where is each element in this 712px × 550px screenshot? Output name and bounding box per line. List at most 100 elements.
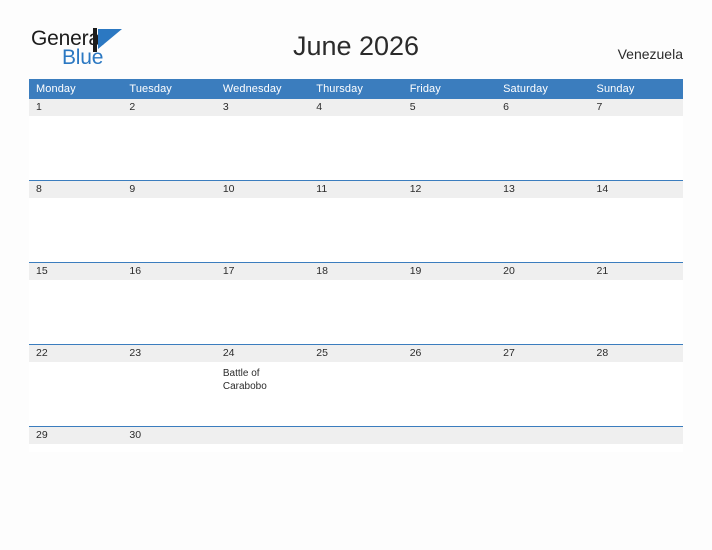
day-events: [216, 116, 309, 121]
day-events: [29, 198, 122, 203]
weekday-header-friday: Friday: [402, 79, 497, 99]
day-number: 11: [309, 181, 403, 198]
day-cell[interactable]: 2: [122, 99, 216, 181]
day-number: 1: [29, 99, 123, 116]
calendar-week-row: 1 2 3 4 5 6 7: [29, 99, 683, 181]
day-events: [590, 198, 683, 203]
day-cell[interactable]: 22: [29, 344, 123, 427]
day-number: 20: [496, 263, 590, 280]
day-number: 8: [29, 181, 123, 198]
weekday-header-thursday: Thursday: [309, 79, 403, 99]
day-events: [309, 280, 402, 285]
day-number: 18: [309, 263, 403, 280]
day-events: [403, 198, 496, 203]
day-events: [122, 198, 215, 203]
day-number: 21: [589, 263, 683, 280]
day-cell[interactable]: 25: [309, 344, 403, 427]
day-cell[interactable]: 6: [496, 99, 590, 181]
day-cell[interactable]: 14: [589, 180, 683, 263]
day-cell[interactable]: 17: [215, 262, 310, 345]
day-number: 9: [122, 181, 216, 198]
day-events: [496, 116, 589, 121]
day-events: [29, 280, 122, 285]
day-events: [122, 362, 215, 367]
page-header: General Blue June 2026 Venezuela: [0, 0, 712, 69]
day-cell[interactable]: 26: [402, 344, 497, 427]
page-title: June 2026: [292, 31, 420, 61]
calendar-week-row: 22 23 24 Battle of Carabobo 25 26 27 28: [29, 344, 683, 427]
day-cell[interactable]: 27: [496, 344, 590, 427]
day-number: 14: [589, 181, 683, 198]
day-number: 3: [215, 99, 310, 116]
day-cell[interactable]: 15: [29, 262, 123, 345]
day-number: 25: [309, 345, 403, 362]
day-number-empty: [496, 427, 590, 444]
day-cell[interactable]: 20: [496, 262, 590, 345]
calendar-grid: Monday Tuesday Wednesday Thursday Friday…: [29, 79, 683, 452]
calendar-header-row: Monday Tuesday Wednesday Thursday Friday…: [29, 79, 683, 99]
country-label: Venezuela: [617, 46, 683, 62]
day-cell[interactable]: 18: [309, 262, 403, 345]
day-number: 17: [215, 263, 310, 280]
day-cell[interactable]: 8: [29, 180, 123, 263]
day-events: [496, 362, 589, 367]
weekday-header-saturday: Saturday: [496, 79, 590, 99]
day-number: 19: [402, 263, 497, 280]
day-events: [403, 362, 496, 367]
day-number: 27: [496, 345, 590, 362]
day-number: 30: [122, 427, 216, 444]
day-cell: [402, 426, 497, 452]
day-events: [309, 362, 402, 367]
day-events: [216, 198, 309, 203]
day-number: 13: [496, 181, 590, 198]
day-cell[interactable]: 4: [309, 99, 403, 181]
day-number-empty: [309, 427, 403, 444]
day-cell: [496, 426, 590, 452]
calendar-week-row: 8 9 10 11 12 13 14: [29, 180, 683, 263]
day-number: 7: [589, 99, 683, 116]
day-cell[interactable]: 12: [402, 180, 497, 263]
day-events: Battle of Carabobo: [216, 362, 309, 393]
day-cell[interactable]: 9: [122, 180, 216, 263]
day-events: [496, 280, 589, 285]
day-events: [216, 280, 309, 285]
day-events: [403, 280, 496, 285]
day-cell[interactable]: 7: [589, 99, 683, 181]
day-number-empty: [402, 427, 497, 444]
day-cell[interactable]: 16: [122, 262, 216, 345]
day-cell[interactable]: 3: [215, 99, 310, 181]
day-cell[interactable]: 29: [29, 426, 123, 452]
day-number-empty: [215, 427, 310, 444]
day-number-empty: [589, 427, 683, 444]
day-events: [309, 198, 402, 203]
weekday-header-monday: Monday: [29, 79, 123, 99]
day-cell[interactable]: 24 Battle of Carabobo: [215, 344, 310, 427]
day-cell[interactable]: 30: [122, 426, 216, 452]
day-cell: [589, 426, 683, 452]
day-cell[interactable]: 19: [402, 262, 497, 345]
day-number: 23: [122, 345, 216, 362]
day-number: 28: [589, 345, 683, 362]
day-cell[interactable]: 10: [215, 180, 310, 263]
weekday-header-wednesday: Wednesday: [215, 79, 310, 99]
weekday-header-tuesday: Tuesday: [122, 79, 216, 99]
day-cell[interactable]: 21: [589, 262, 683, 345]
day-cell[interactable]: 13: [496, 180, 590, 263]
day-number: 4: [309, 99, 403, 116]
day-number: 12: [402, 181, 497, 198]
day-events: [29, 116, 122, 121]
day-cell[interactable]: 5: [402, 99, 497, 181]
day-events: [309, 116, 402, 121]
day-cell[interactable]: 1: [29, 99, 123, 181]
day-events: [29, 362, 122, 367]
day-number: 6: [496, 99, 590, 116]
day-cell: [309, 426, 403, 452]
day-cell[interactable]: 11: [309, 180, 403, 263]
day-number: 5: [402, 99, 497, 116]
day-cell[interactable]: 28: [589, 344, 683, 427]
day-number: 24: [215, 345, 310, 362]
day-events: [590, 116, 683, 121]
day-cell[interactable]: 23: [122, 344, 216, 427]
day-number: 10: [215, 181, 310, 198]
day-number: 26: [402, 345, 497, 362]
